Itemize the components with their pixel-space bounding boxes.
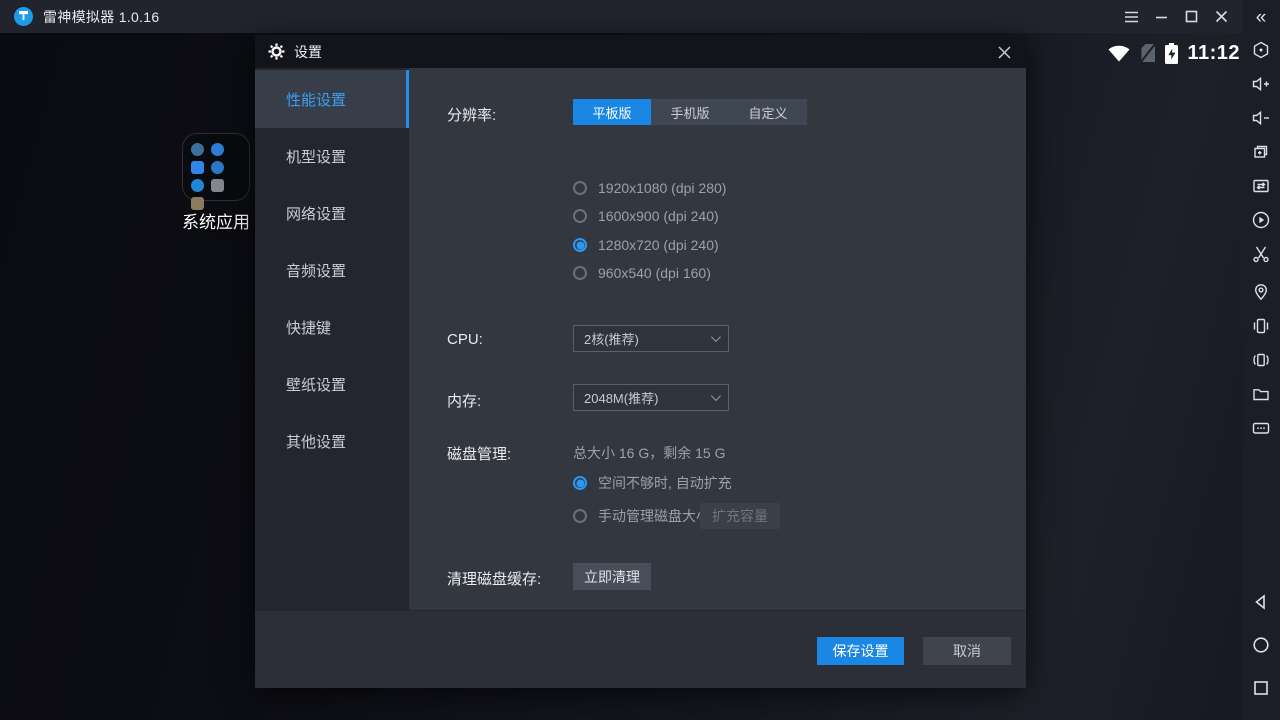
tab-device-settings[interactable]: 机型设置 <box>255 128 409 185</box>
tab-label: 壁纸设置 <box>286 374 346 395</box>
sync-icon[interactable] <box>1242 171 1280 201</box>
resolution-label: 分辨率: <box>447 104 496 125</box>
android-recents-icon[interactable] <box>1242 673 1280 703</box>
close-button[interactable] <box>1206 4 1236 30</box>
fullscreen-icon[interactable] <box>1242 137 1280 167</box>
tab-wallpaper-settings[interactable]: 壁纸设置 <box>255 356 409 413</box>
gear-icon <box>268 43 285 60</box>
tab-other-settings[interactable]: 其他设置 <box>255 413 409 470</box>
android-status-bar: 11:12 <box>1080 38 1240 68</box>
screenshot-scissors-icon[interactable] <box>1242 239 1280 269</box>
save-settings-button[interactable]: 保存设置 <box>817 637 904 665</box>
settings-nav: 性能设置 机型设置 网络设置 音频设置 快捷键 壁纸设置 其他设置 <box>255 68 409 610</box>
folder-tile <box>182 133 250 201</box>
memory-value: 2048M(推荐) <box>584 388 711 407</box>
tab-label: 音频设置 <box>286 260 346 281</box>
radio-label: 960x540 (dpi 160) <box>598 265 711 281</box>
resolution-option-1280x720[interactable]: 1280x720 (dpi 240) <box>573 236 719 254</box>
chevron-down-icon <box>711 391 721 401</box>
no-sim-icon <box>1140 43 1156 63</box>
menu-icon[interactable] <box>1116 4 1146 30</box>
radio-icon <box>573 509 587 523</box>
android-back-icon[interactable] <box>1242 587 1280 617</box>
expand-capacity-button[interactable]: 扩充容量 <box>700 503 780 529</box>
mini-downloads-icon <box>191 179 204 192</box>
resolution-option-1920x1080[interactable]: 1920x1080 (dpi 280) <box>573 179 726 197</box>
shared-folder-icon[interactable] <box>1242 379 1280 409</box>
mini-contacts-icon <box>211 161 224 174</box>
mode-phone[interactable]: 手机版 <box>651 99 729 125</box>
clean-now-button[interactable]: 立即清理 <box>573 563 651 590</box>
tab-label: 其他设置 <box>286 431 346 452</box>
tab-label: 机型设置 <box>286 146 346 167</box>
radio-label: 1280x720 (dpi 240) <box>598 237 719 253</box>
tab-shortcut-keys[interactable]: 快捷键 <box>255 299 409 356</box>
tab-performance-settings[interactable]: 性能设置 <box>255 70 409 128</box>
radio-icon <box>573 181 587 195</box>
mini-settings-icon <box>191 143 204 156</box>
mode-custom[interactable]: 自定义 <box>729 99 807 125</box>
settings-dialog: 设置 性能设置 机型设置 网络设置 音频设置 快捷键 <box>255 35 1026 688</box>
maximize-button[interactable] <box>1176 4 1206 30</box>
android-home-icon[interactable] <box>1242 630 1280 660</box>
shake-icon[interactable] <box>1242 311 1280 341</box>
window-title: 雷神模拟器 1.0.16 <box>43 7 159 27</box>
tab-label: 网络设置 <box>286 203 346 224</box>
minimize-button[interactable] <box>1146 4 1176 30</box>
wifi-icon <box>1107 44 1131 63</box>
radio-icon <box>573 266 587 280</box>
dialog-close-icon[interactable] <box>994 42 1014 62</box>
chevron-down-icon <box>711 332 721 342</box>
disk-summary: 总大小 16 G，剩余 15 G <box>573 443 725 463</box>
resolution-mode-switch: 平板版 手机版 自定义 <box>573 99 807 125</box>
emulator-window: 雷神模拟器 1.0.16 11:12 <box>0 0 1280 720</box>
disk-label: 磁盘管理: <box>447 443 511 464</box>
mini-files-icon <box>191 161 204 174</box>
performance-settings-panel: 分辨率: 平板版 手机版 自定义 1920x1080 (dpi 280) 160… <box>409 68 1026 610</box>
tab-label: 快捷键 <box>286 317 331 338</box>
volume-up-icon[interactable] <box>1242 69 1280 99</box>
tab-audio-settings[interactable]: 音频设置 <box>255 242 409 299</box>
system-apps-folder[interactable]: 系统应用 <box>181 133 251 225</box>
memory-dropdown[interactable]: 2048M(推荐) <box>573 384 729 411</box>
resolution-option-960x540[interactable]: 960x540 (dpi 160) <box>573 264 711 282</box>
radio-icon-selected <box>573 476 587 490</box>
battery-charging-icon <box>1165 43 1178 64</box>
resolution-option-1600x900[interactable]: 1600x900 (dpi 240) <box>573 207 719 225</box>
cpu-dropdown[interactable]: 2核(推荐) <box>573 325 729 352</box>
mini-gallery-icon <box>211 179 224 192</box>
disk-manual-option[interactable]: 手动管理磁盘大小 <box>573 507 710 525</box>
location-icon[interactable] <box>1242 277 1280 307</box>
radio-label: 手动管理磁盘大小 <box>598 506 710 526</box>
mini-browser-icon <box>211 143 224 156</box>
disk-auto-expand-option[interactable]: 空间不够时, 自动扩充 <box>573 474 732 492</box>
memory-label: 内存: <box>447 390 481 411</box>
radio-icon-selected <box>573 238 587 252</box>
emulator-toolbar: « <box>1242 0 1280 720</box>
play-macro-icon[interactable] <box>1242 205 1280 235</box>
folder-label: 系统应用 <box>181 208 251 233</box>
clock-text: 11:12 <box>1187 42 1240 65</box>
app-logo-icon <box>14 7 33 26</box>
radio-label: 空间不够时, 自动扩充 <box>598 473 732 493</box>
rotate-screen-icon[interactable] <box>1242 345 1280 375</box>
tab-label: 性能设置 <box>286 89 346 110</box>
cpu-value: 2核(推荐) <box>584 329 711 348</box>
radio-label: 1920x1080 (dpi 280) <box>598 180 726 196</box>
title-bar: 雷神模拟器 1.0.16 <box>0 0 1242 33</box>
operation-mode-icon[interactable] <box>1242 35 1280 65</box>
dialog-footer: 保存设置 取消 <box>255 610 1026 688</box>
clean-cache-label: 清理磁盘缓存: <box>447 568 541 589</box>
radio-label: 1600x900 (dpi 240) <box>598 208 719 224</box>
dialog-title: 设置 <box>294 42 322 62</box>
radio-icon <box>573 209 587 223</box>
more-options-icon[interactable] <box>1242 413 1280 443</box>
tab-network-settings[interactable]: 网络设置 <box>255 185 409 242</box>
dialog-header: 设置 <box>255 35 1026 68</box>
cpu-label: CPU: <box>447 331 483 348</box>
cancel-button[interactable]: 取消 <box>923 637 1011 665</box>
collapse-toolbar-icon[interactable]: « <box>1242 2 1280 32</box>
mode-tablet[interactable]: 平板版 <box>573 99 651 125</box>
volume-down-icon[interactable] <box>1242 103 1280 133</box>
